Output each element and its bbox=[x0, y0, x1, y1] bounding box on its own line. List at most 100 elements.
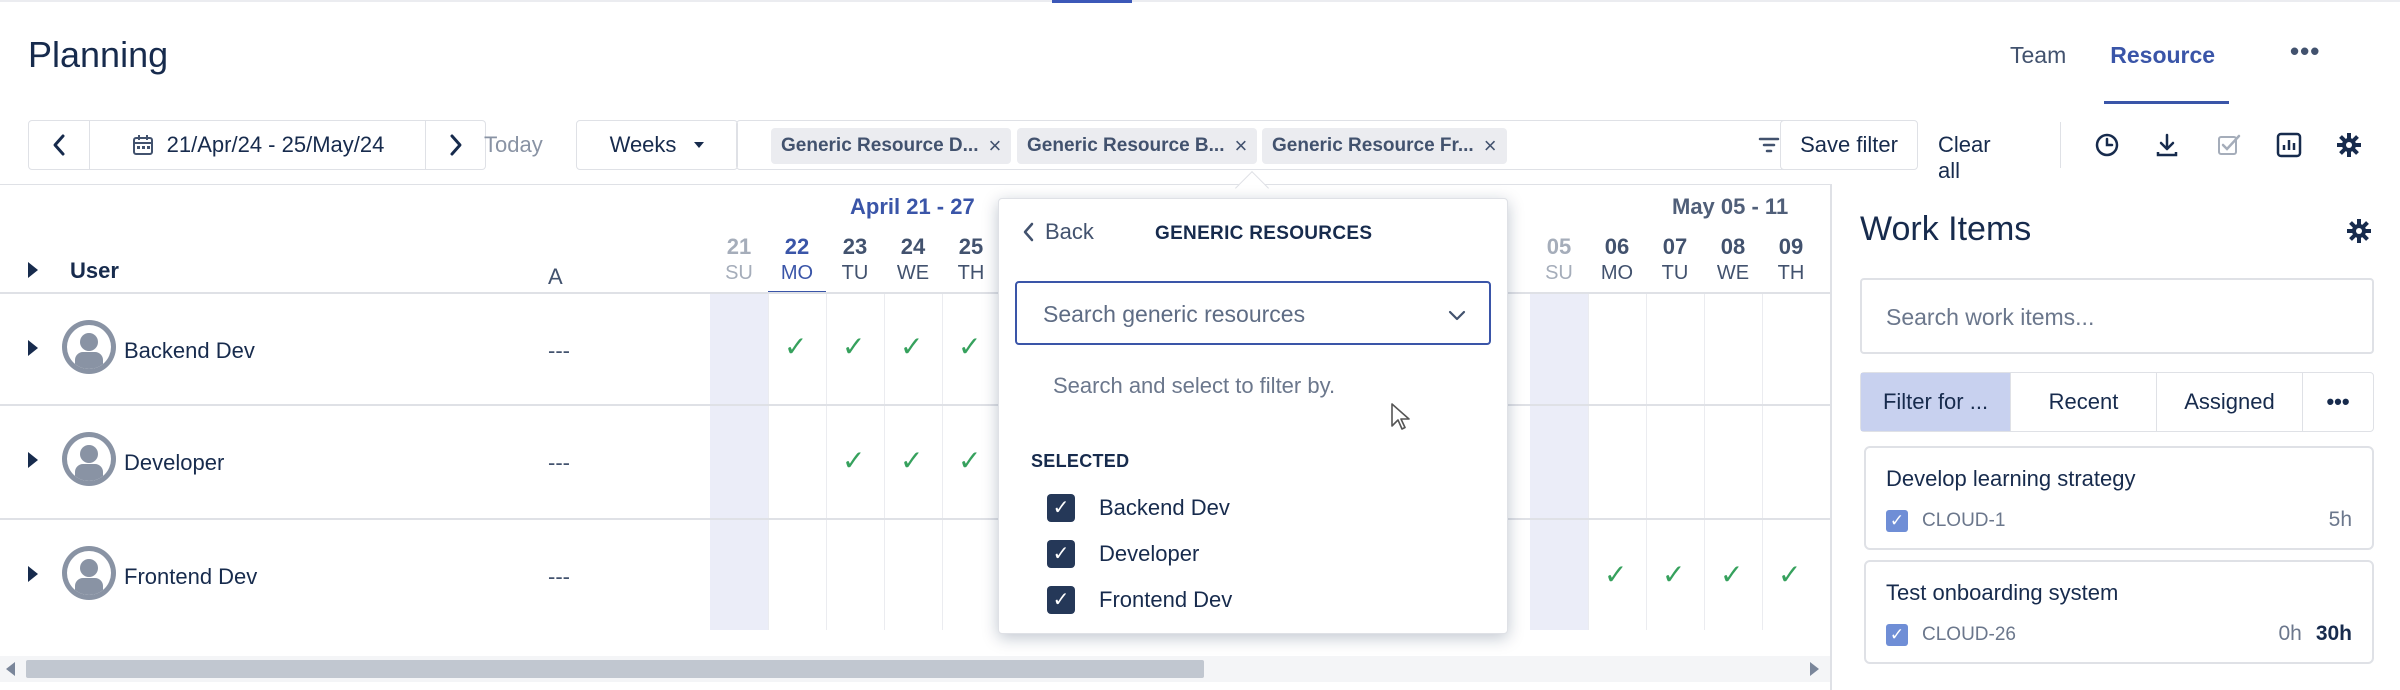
option-frontend-dev[interactable]: ✓ Frontend Dev bbox=[1047, 585, 1232, 615]
availability-check[interactable]: ✓ bbox=[958, 444, 981, 477]
work-item-key: CLOUD-1 bbox=[1922, 510, 2006, 531]
chip-remove-icon[interactable]: × bbox=[988, 133, 1001, 159]
next-period-button[interactable] bbox=[426, 120, 486, 170]
chip-remove-icon[interactable]: × bbox=[1484, 133, 1497, 159]
day-header: 09 TH bbox=[1777, 234, 1805, 284]
top-border bbox=[0, 0, 2400, 2]
work-item-key: CLOUD-26 bbox=[1922, 624, 2016, 645]
save-filter-button[interactable]: Save filter bbox=[1780, 120, 1918, 170]
weekend-column bbox=[1530, 292, 1588, 630]
page-title: Planning bbox=[28, 34, 169, 75]
day-header: 08 WE bbox=[1716, 234, 1750, 284]
row-name: Backend Dev bbox=[124, 338, 255, 363]
work-items-more-button[interactable]: ••• bbox=[2303, 373, 2373, 431]
clock-icon[interactable] bbox=[2092, 130, 2122, 160]
user-column-header: User A bbox=[0, 224, 710, 292]
availability-check[interactable]: ✓ bbox=[842, 444, 865, 477]
today-button[interactable]: Today bbox=[484, 132, 543, 158]
availability-check[interactable]: ✓ bbox=[1662, 558, 1685, 591]
filter-chip-label: Generic Resource B... bbox=[1027, 135, 1225, 156]
gear-icon[interactable] bbox=[2334, 130, 2364, 160]
chevron-down-icon[interactable] bbox=[1447, 305, 1467, 325]
work-item-card[interactable]: Develop learning strategy ✓ CLOUD-1 5h bbox=[1864, 446, 2374, 550]
resource-row[interactable]: Backend Dev --- bbox=[0, 292, 710, 404]
availability-check[interactable]: ✓ bbox=[842, 330, 865, 363]
work-item-hours: 0h 30h bbox=[2278, 622, 2352, 645]
edit-check-icon[interactable] bbox=[2214, 130, 2244, 160]
user-header-label: User bbox=[70, 258, 119, 283]
chevron-left-icon bbox=[53, 134, 65, 156]
scrollbar-thumb[interactable] bbox=[26, 660, 1204, 678]
tab-filter-for[interactable]: Filter for ... bbox=[1861, 373, 2011, 431]
availability-check[interactable]: ✓ bbox=[1778, 558, 1801, 591]
checkbox-checked[interactable]: ✓ bbox=[1047, 540, 1075, 568]
availability-check[interactable]: ✓ bbox=[900, 330, 923, 363]
filter-chip[interactable]: Generic Resource Fr... × bbox=[1262, 128, 1507, 164]
checkbox-checked[interactable]: ✓ bbox=[1047, 494, 1075, 522]
day-header: 25 TH bbox=[957, 234, 985, 284]
previous-period-button[interactable] bbox=[28, 120, 90, 170]
calendar-icon bbox=[132, 135, 153, 155]
availability-check[interactable]: ✓ bbox=[1720, 558, 1743, 591]
filter-chip[interactable]: Generic Resource B... × bbox=[1017, 128, 1258, 164]
scroll-left-icon[interactable] bbox=[6, 662, 15, 676]
resource-row[interactable]: Frontend Dev --- bbox=[0, 518, 710, 630]
more-options-button[interactable]: ••• bbox=[2290, 36, 2320, 67]
row-name: Developer bbox=[124, 450, 225, 475]
view-select[interactable]: Weeks bbox=[576, 120, 738, 170]
clear-all-button[interactable]: Clear all bbox=[1938, 132, 1991, 184]
filter-chip-label: Generic Resource Fr... bbox=[1272, 135, 1474, 156]
availability-check[interactable]: ✓ bbox=[784, 330, 807, 363]
option-backend-dev[interactable]: ✓ Backend Dev bbox=[1047, 493, 1230, 523]
expand-row-caret-icon[interactable] bbox=[28, 452, 38, 468]
chip-remove-icon[interactable]: × bbox=[1234, 133, 1247, 159]
checkbox-checked[interactable]: ✓ bbox=[1047, 586, 1075, 614]
popup-hint: Search and select to filter by. bbox=[1053, 373, 1336, 398]
work-item-card[interactable]: Test onboarding system ✓ CLOUD-26 0h 30h bbox=[1864, 560, 2374, 664]
expand-row-caret-icon[interactable] bbox=[28, 340, 38, 356]
work-items-tabs: Filter for ... Recent Assigned ••• bbox=[1860, 372, 2374, 432]
work-item-hours: 5h bbox=[2328, 508, 2352, 531]
work-items-panel: Work Items Search work items... Filter f… bbox=[1830, 184, 2400, 690]
day-header: 07 TU bbox=[1661, 234, 1689, 284]
availability-header-label: A bbox=[548, 264, 563, 289]
tab-assigned[interactable]: Assigned bbox=[2157, 373, 2303, 431]
caret-down-icon bbox=[694, 142, 705, 148]
availability-check[interactable]: ✓ bbox=[900, 444, 923, 477]
option-label: Backend Dev bbox=[1099, 495, 1230, 520]
date-range-picker[interactable]: 21/Apr/24 - 25/May/24 bbox=[90, 120, 426, 170]
tab-recent[interactable]: Recent bbox=[2011, 373, 2157, 431]
work-items-title: Work Items bbox=[1860, 210, 2032, 248]
week-label: April 21 - 27 bbox=[850, 194, 975, 219]
tab-resource[interactable]: Resource bbox=[2104, 36, 2229, 104]
work-items-search-input[interactable]: Search work items... bbox=[1860, 278, 2374, 354]
download-icon[interactable] bbox=[2152, 130, 2182, 160]
back-button[interactable]: Back bbox=[1021, 219, 1094, 245]
horizontal-scrollbar[interactable] bbox=[0, 656, 1830, 682]
gear-icon[interactable] bbox=[2344, 216, 2374, 246]
weekend-column bbox=[710, 292, 768, 630]
avatar bbox=[62, 320, 116, 374]
toolbar-divider bbox=[2060, 122, 2061, 168]
top-accent-bar bbox=[1052, 0, 1132, 3]
filter-chip[interactable]: Generic Resource D... × bbox=[771, 128, 1012, 164]
task-type-icon: ✓ bbox=[1886, 510, 1908, 532]
generic-resources-search-input[interactable]: Search generic resources bbox=[1015, 281, 1491, 345]
expand-all-caret-icon[interactable] bbox=[28, 262, 38, 278]
chart-icon[interactable] bbox=[2274, 130, 2304, 160]
work-item-title: Develop learning strategy bbox=[1886, 466, 2136, 491]
filter-icon[interactable] bbox=[1757, 133, 1781, 157]
date-range-text: 21/Apr/24 - 25/May/24 bbox=[166, 132, 385, 157]
availability-check[interactable]: ✓ bbox=[1604, 558, 1627, 591]
row-value: --- bbox=[548, 338, 570, 363]
tab-team[interactable]: Team bbox=[2010, 36, 2066, 104]
expand-row-caret-icon[interactable] bbox=[28, 566, 38, 582]
resource-filter-box[interactable]: Generic Resource D... × Generic Resource… bbox=[736, 120, 1796, 170]
option-developer[interactable]: ✓ Developer bbox=[1047, 539, 1199, 569]
scroll-right-icon[interactable] bbox=[1810, 662, 1819, 676]
resource-row[interactable]: Developer --- bbox=[0, 404, 710, 516]
row-value: --- bbox=[548, 564, 570, 589]
header-tabs: Team Resource bbox=[2010, 36, 2259, 104]
availability-check[interactable]: ✓ bbox=[958, 330, 981, 363]
search-placeholder: Search generic resources bbox=[1043, 301, 1306, 327]
